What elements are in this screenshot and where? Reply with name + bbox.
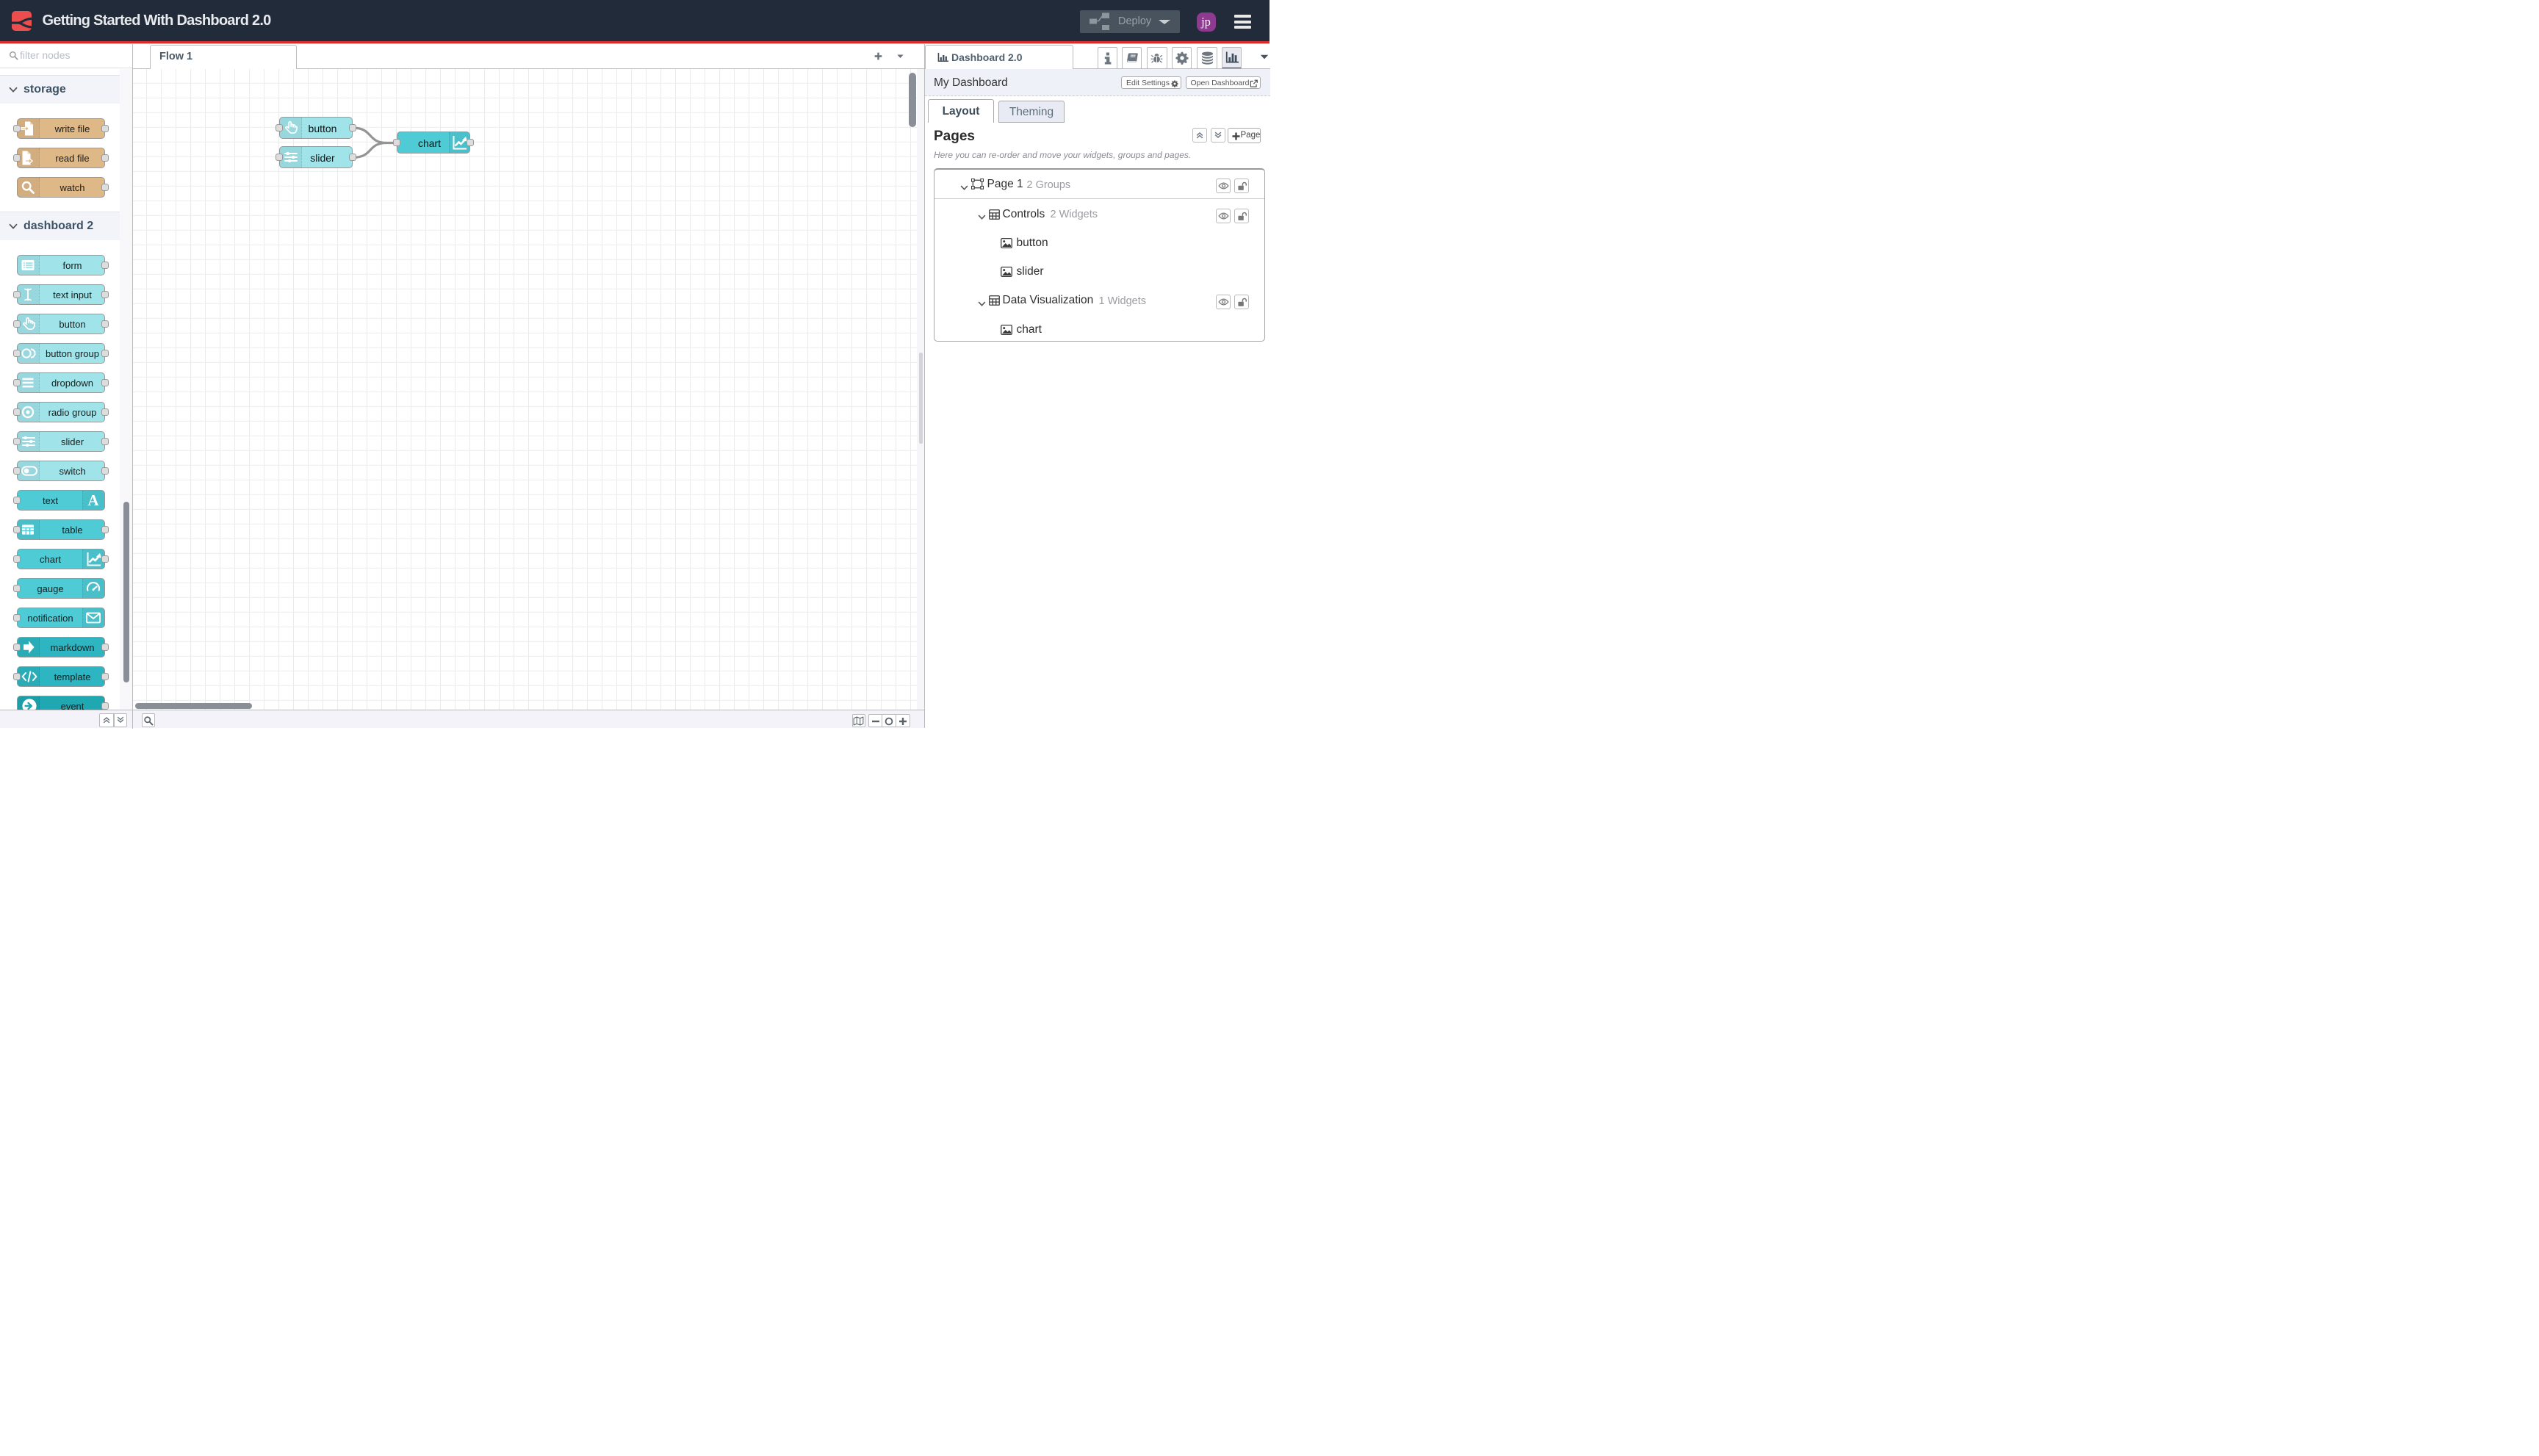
svg-text:A: A xyxy=(87,491,99,509)
